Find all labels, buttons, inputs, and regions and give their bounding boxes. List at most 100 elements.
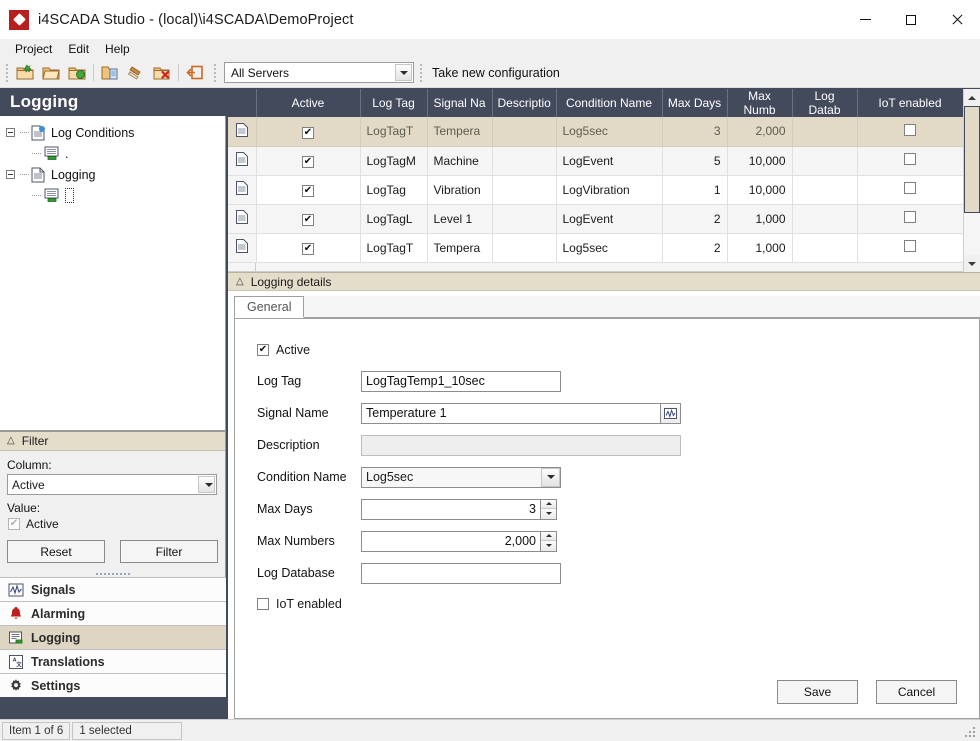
sidebar-item-translations[interactable]: A 文 Translations <box>0 649 226 673</box>
iot-checkbox[interactable] <box>904 240 916 252</box>
iot-enabled-checkbox[interactable] <box>257 598 269 610</box>
table-row[interactable]: LogTag Vibration LogVibration 1 10,000 <box>228 175 964 205</box>
tree-node-log-conditions[interactable]: Log Conditions <box>0 122 225 143</box>
table-row[interactable]: LogTagT Tempera Log5sec 3 2,000 <box>228 117 964 147</box>
iot-checkbox[interactable] <box>904 182 916 194</box>
details-panel-header[interactable]: △ Logging details <box>228 272 980 291</box>
chevron-down-icon[interactable] <box>198 476 215 493</box>
col-description[interactable]: Descriptio <box>492 89 557 117</box>
active-checkbox[interactable] <box>302 127 314 139</box>
panel-splitter[interactable] <box>0 570 225 577</box>
take-new-configuration-button[interactable]: Take new configuration <box>426 66 566 80</box>
active-checkbox[interactable] <box>302 214 314 227</box>
cell-active[interactable] <box>256 146 361 176</box>
log-tag-input[interactable]: LogTagTemp1_10sec <box>361 370 561 392</box>
sidebar-item-signals[interactable]: Signals <box>0 577 226 601</box>
spin-down-button[interactable] <box>541 541 556 551</box>
save-button[interactable]: Save <box>777 680 858 704</box>
cell-active[interactable] <box>256 204 361 234</box>
col-log-database[interactable]: Log Datab <box>792 89 858 117</box>
iot-checkbox[interactable] <box>904 153 916 165</box>
col-iot-enabled[interactable]: IoT enabled <box>857 89 964 117</box>
collapse-icon[interactable] <box>6 128 15 137</box>
open-project-button[interactable] <box>38 61 64 85</box>
max-numbers-spin-buttons[interactable] <box>541 530 557 552</box>
grid-new-row-indicator[interactable] <box>228 262 256 271</box>
active-checkbox[interactable] <box>257 344 269 356</box>
filter-panel-header[interactable]: △ Filter <box>0 432 225 451</box>
toolbar-grip[interactable] <box>3 63 10 82</box>
clean-configuration-button[interactable] <box>123 61 149 85</box>
max-numbers-input[interactable]: 2,000 <box>361 530 541 552</box>
col-active[interactable]: Active <box>256 89 361 117</box>
save-project-button[interactable] <box>64 61 90 85</box>
exit-button[interactable] <box>182 61 208 85</box>
table-row[interactable]: LogTagT Tempera Log5sec 2 1,000 <box>228 233 964 263</box>
deploy-configuration-button[interactable] <box>97 61 123 85</box>
filter-column-select[interactable]: Active <box>7 474 217 495</box>
spin-up-button[interactable] <box>541 531 556 541</box>
cell-iot-enabled[interactable] <box>857 233 964 263</box>
toolbar-grip-2[interactable] <box>211 63 218 82</box>
maximize-button[interactable] <box>888 0 934 39</box>
resize-grip-icon[interactable] <box>965 725 977 737</box>
signal-name-input[interactable]: Temperature 1 <box>361 402 661 424</box>
menu-item-help[interactable]: Help <box>97 41 138 57</box>
form-iot-row[interactable]: IoT enabled <box>257 589 979 619</box>
sidebar-item-settings[interactable]: Settings <box>0 673 226 697</box>
filter-button[interactable]: Filter <box>120 540 218 563</box>
chevron-down-icon[interactable] <box>395 64 412 81</box>
collapse-icon[interactable] <box>6 170 15 179</box>
tree-node-logging[interactable]: Logging <box>0 164 225 185</box>
row-indicator[interactable] <box>228 204 257 234</box>
new-project-button[interactable] <box>12 61 38 85</box>
filter-value-checkbox[interactable] <box>8 518 20 530</box>
row-indicator[interactable] <box>228 175 257 205</box>
col-log-tag[interactable]: Log Tag <box>360 89 428 117</box>
col-max-days[interactable]: Max Days <box>662 89 728 117</box>
cancel-button[interactable]: Cancel <box>876 680 957 704</box>
grid-vertical-scrollbar[interactable] <box>963 89 980 272</box>
row-indicator[interactable] <box>228 117 257 147</box>
spin-up-button[interactable] <box>541 499 556 509</box>
delete-configuration-button[interactable] <box>149 61 175 85</box>
filter-value-checkbox-row[interactable]: Active <box>8 517 218 531</box>
form-active-row[interactable]: Active <box>257 335 979 365</box>
tree-child-log-conditions-server[interactable]: . <box>0 143 225 164</box>
cell-active[interactable] <box>256 233 361 263</box>
sidebar-item-logging[interactable]: Logging <box>0 625 226 649</box>
server-select[interactable]: All Servers <box>224 62 414 83</box>
close-button[interactable] <box>934 0 980 39</box>
col-row-header[interactable] <box>228 89 257 117</box>
description-input[interactable] <box>361 434 681 456</box>
log-database-input[interactable] <box>361 562 561 584</box>
active-checkbox[interactable] <box>302 156 314 169</box>
iot-checkbox[interactable] <box>904 123 916 136</box>
cell-iot-enabled[interactable] <box>857 146 964 176</box>
tree-child-logging-server[interactable] <box>0 185 225 206</box>
max-days-input[interactable]: 3 <box>361 498 541 520</box>
minimize-button[interactable] <box>842 0 888 39</box>
table-row[interactable]: LogTagL Level 1 LogEvent 2 1,000 <box>228 204 964 234</box>
cell-active[interactable] <box>256 117 361 147</box>
reset-button[interactable]: Reset <box>7 540 105 563</box>
scroll-thumb[interactable] <box>964 106 980 213</box>
chevron-down-icon[interactable] <box>541 467 560 487</box>
max-days-spin-buttons[interactable] <box>541 498 557 520</box>
row-indicator[interactable] <box>228 233 257 263</box>
active-checkbox[interactable] <box>302 243 314 256</box>
chevron-up-icon[interactable]: △ <box>236 276 244 287</box>
iot-checkbox[interactable] <box>904 211 916 223</box>
cell-iot-enabled[interactable] <box>857 175 964 205</box>
signal-picker-button[interactable] <box>661 402 681 424</box>
toolbar-grip-3[interactable] <box>417 63 424 82</box>
scroll-track[interactable] <box>964 106 980 255</box>
col-max-numbers[interactable]: Max Numb <box>727 89 793 117</box>
col-condition-name[interactable]: Condition Name <box>556 89 663 117</box>
active-checkbox[interactable] <box>302 185 314 198</box>
col-signal-name[interactable]: Signal Na <box>427 89 493 117</box>
chevron-up-icon[interactable]: △ <box>7 436 15 446</box>
cell-iot-enabled[interactable] <box>857 117 964 147</box>
condition-name-select[interactable]: Log5sec <box>361 466 561 488</box>
cell-iot-enabled[interactable] <box>857 204 964 234</box>
